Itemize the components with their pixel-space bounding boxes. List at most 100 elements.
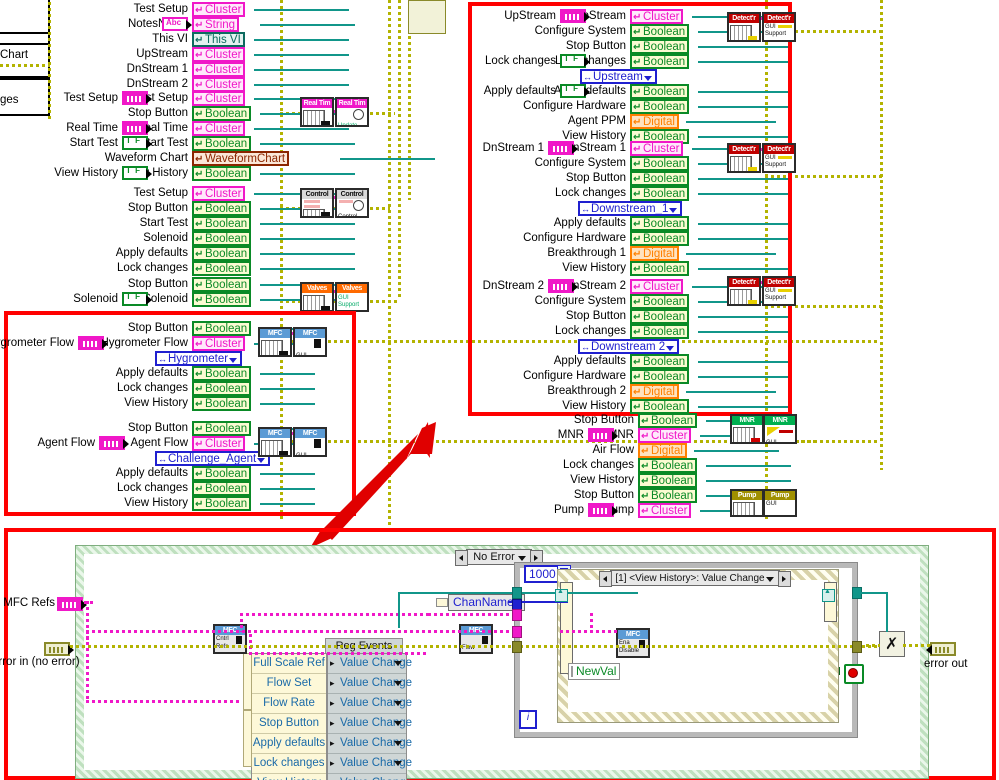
reg-event-type[interactable]: Value Change [328,694,412,714]
type-box-boolean[interactable]: ↵ Boolean [630,354,690,369]
type-box-cluster[interactable]: ↵ Cluster [638,503,692,518]
type-box-boolean[interactable]: ↵ Boolean [630,309,690,324]
type-box-boolean[interactable]: ↵ Boolean [630,54,690,69]
type-box-boolean[interactable]: ↵ Boolean [630,399,690,414]
subvi-mfc-hygrometer[interactable]: MFC [258,327,292,357]
type-box-boolean[interactable]: ↵ Boolean [192,366,252,381]
type-box-boolean[interactable]: ↵ Boolean [192,496,252,511]
subvi-detector-dn2[interactable]: Detect'r [727,276,761,306]
type-box-boolean[interactable]: ↵ Boolean [192,277,252,292]
subvi-real-time[interactable]: Real Tim [300,97,334,127]
type-box-boolean[interactable]: ↵ Boolean [638,413,698,428]
fp-terminal-start-test[interactable] [122,136,152,150]
subvi-mnr-gui[interactable]: MNR GUI [763,414,797,444]
type-box-cluster[interactable]: ↵ Cluster [192,91,246,106]
type-box-boolean[interactable]: ↵ Boolean [192,201,252,216]
reg-event-type[interactable]: Value Change [328,734,412,754]
reg-event-ref[interactable]: Stop Button [252,714,326,734]
reg-event-ref[interactable]: Flow Set [252,674,326,694]
type-box-boolean[interactable]: ↵ Boolean [192,396,252,411]
loop-stop-condition[interactable] [844,664,864,684]
type-box-boolean[interactable]: ↵ Boolean [192,106,252,121]
error-in-terminal[interactable] [44,642,74,656]
type-box-cluster[interactable]: ↵ Cluster [630,9,684,24]
fp-terminal-mnr[interactable] [588,428,618,442]
type-box-boolean[interactable]: ↵ Boolean [192,166,252,181]
reg-event-type[interactable]: Value Change [328,714,412,734]
type-box-cluster[interactable]: ↵ Cluster [192,436,246,451]
type-box-boolean[interactable]: ↵ Boolean [192,381,252,396]
subvi-mfc-hygrometer-gui[interactable]: MFC GUI [293,327,327,357]
subvi-mfc-enable-disable[interactable]: MFC Ena Disable [616,628,650,658]
shift-register-right[interactable] [822,588,835,602]
subvi-detector-dn1-gui[interactable]: Detect'r GUI Support [762,143,796,173]
fp-terminal-real-time[interactable] [122,121,152,135]
type-box-boolean[interactable]: ↵ Boolean [192,421,252,436]
type-box-boolean[interactable]: ↵ Boolean [630,186,690,201]
fp-terminal-pump[interactable] [588,503,618,517]
error-out-terminal[interactable] [926,642,956,656]
reg-event-ref[interactable]: Lock changes [252,754,326,774]
enum-constant-downstream-1[interactable]: Downstream_1 [578,201,683,216]
type-box-boolean[interactable]: ↵ Boolean [630,324,690,339]
enum-constant-upstream[interactable]: Upstream [580,69,657,84]
event-prev-arrow[interactable] [599,571,612,587]
mfc-refs-terminal[interactable] [57,597,87,611]
type-box-boolean[interactable]: ↵ Boolean [630,99,690,114]
fp-terminal-view-history[interactable] [122,166,152,180]
reg-event-type[interactable]: Value Change [328,754,412,774]
subvi-valves[interactable]: Valves [300,282,334,312]
fp-terminal-test-setup[interactable] [122,91,152,105]
type-box-cluster[interactable]: ↵ Cluster [192,47,246,62]
type-box-cluster[interactable]: ↵ Cluster [630,279,684,294]
subvi-control[interactable]: Control [300,188,334,218]
type-box-cluster[interactable]: ↵ Cluster [192,121,246,136]
type-box-boolean[interactable]: ↵ Boolean [630,261,690,276]
type-box-boolean[interactable]: ↵ Boolean [630,39,690,54]
reg-event-ref[interactable]: Apply defaults [252,734,326,754]
type-box-boolean[interactable]: ↵ Boolean [192,292,252,307]
subvi-mnr[interactable]: MNR [730,414,764,444]
register-events-refs-column[interactable]: Full Scale Ref Flow Set Flow Rate Stop Butt… [251,653,327,780]
type-box-boolean[interactable]: ↵ Boolean [638,473,698,488]
type-box-boolean[interactable]: ↵ Boolean [630,231,690,246]
subvi-mfc-agent-gui[interactable]: MFC GUI [293,427,327,457]
type-box-digital[interactable]: ↵ Digital [630,114,679,129]
fp-terminal-upstream[interactable] [560,9,590,23]
type-box-boolean[interactable]: ↵ Boolean [192,261,252,276]
enum-constant-hygrometer[interactable]: Hygrometer [155,351,243,366]
type-box-this-vi[interactable]: ↵ This VI [192,32,245,47]
subvi-detector-upstream-gui[interactable]: Detect'r GUI Support [762,12,796,42]
case-prev-arrow[interactable] [455,550,468,566]
event-case-selector[interactable]: [1] <View History>: Value Change [599,570,791,587]
type-box-string[interactable]: ↵ String [192,17,240,32]
type-box-boolean[interactable]: ↵ Boolean [630,216,690,231]
type-box-boolean[interactable]: ↵ Boolean [192,216,252,231]
type-box-boolean[interactable]: ↵ Boolean [192,136,252,151]
event-next-arrow[interactable] [778,571,791,587]
fp-terminal-dnstream-2[interactable] [548,279,578,293]
type-box-cluster[interactable]: ↵ Cluster [630,141,684,156]
type-box-digital[interactable]: ↵ Digital [630,246,679,261]
reg-event-type[interactable]: Value Change [328,674,412,694]
subvi-detector-dn2-gui[interactable]: Detect'r GUI Support [762,276,796,306]
type-box-cluster[interactable]: ↵ Cluster [192,336,246,351]
type-box-boolean[interactable]: ↵ Boolean [630,156,690,171]
reg-event-type[interactable]: Value Change [328,654,412,674]
newval-constant[interactable]: NewVal [568,663,621,680]
fp-terminal-solenoid[interactable] [122,292,152,306]
register-events-events-column[interactable]: Value ChangeValue ChangeValue ChangeValu… [327,653,412,780]
fp-terminal-notes[interactable] [162,17,192,31]
type-box-boolean[interactable]: ↵ Boolean [630,369,690,384]
type-box-boolean[interactable]: ↵ Boolean [638,488,698,503]
enum-constant-downstream-2[interactable]: Downstream 2 [578,339,680,354]
subvi-mfc-flow[interactable]: MFC Flow [459,624,493,654]
reg-event-ref[interactable]: Full Scale Ref [252,654,326,674]
type-box-boolean[interactable]: ↵ Boolean [630,84,690,99]
type-box-cluster[interactable]: ↵ Cluster [638,428,692,443]
merge-errors-bottom[interactable] [879,631,905,657]
case-dropdown-caret[interactable] [518,556,526,561]
subvi-detector-dn1[interactable]: Detect'r [727,143,761,173]
type-box-boolean[interactable]: ↵ Boolean [630,294,690,309]
type-box-cluster[interactable]: ↵ Cluster [192,2,246,17]
